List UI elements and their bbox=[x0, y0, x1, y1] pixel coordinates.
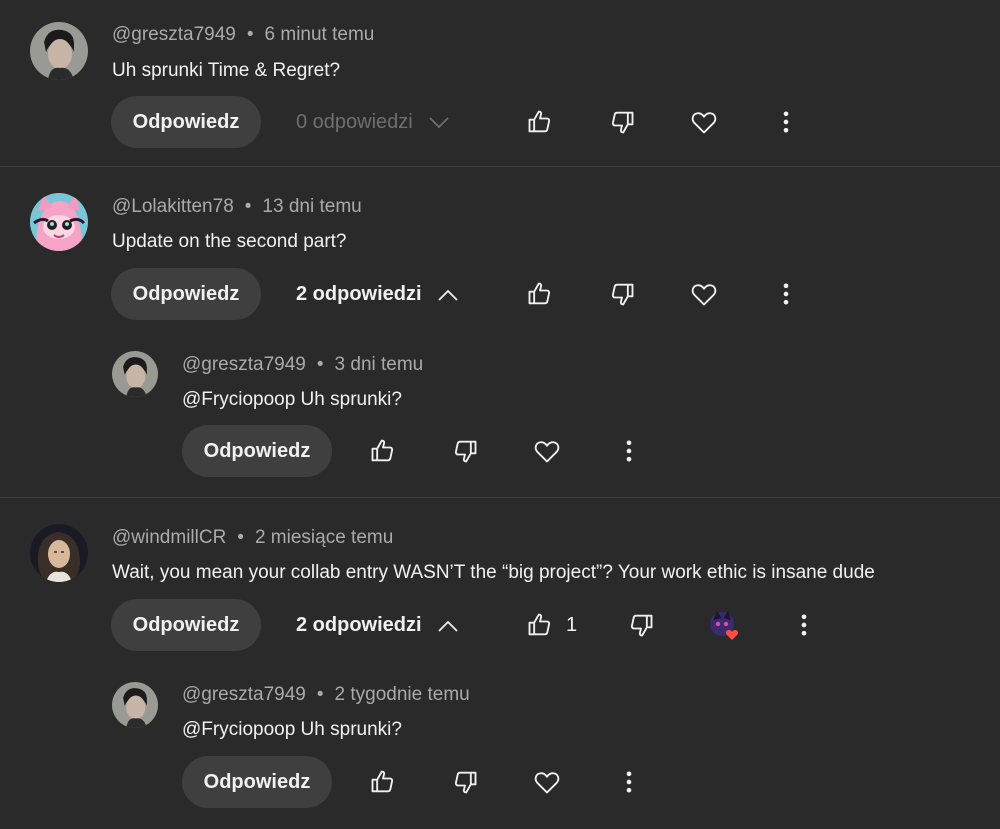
comment-meta: @windmillCR • 2 miesiące temu bbox=[112, 527, 393, 549]
separator-dot: • bbox=[237, 527, 244, 548]
heart-icon[interactable] bbox=[533, 437, 561, 465]
dislike-icon[interactable] bbox=[627, 611, 655, 639]
separator-dot: • bbox=[316, 354, 324, 375]
timestamp[interactable]: 3 dni temu bbox=[335, 354, 424, 375]
reply-text: @Fryciopoop Uh sprunki? bbox=[182, 389, 402, 410]
comment-text: Update on the second part? bbox=[112, 231, 347, 252]
like-icon[interactable] bbox=[526, 280, 554, 308]
heart-icon[interactable] bbox=[690, 108, 718, 136]
comment-thread: @Lolakitten78 • 13 dni temu Update on the … bbox=[0, 167, 1000, 497]
replies-toggle[interactable]: 0 odpowiedzi bbox=[296, 111, 449, 134]
reply-button[interactable]: Odpowiedz bbox=[182, 756, 332, 808]
avatar[interactable] bbox=[30, 524, 88, 582]
reply-meta: @greszta7949 • 2 tygodnie temu bbox=[182, 684, 470, 706]
separator-dot: • bbox=[246, 24, 254, 45]
separator-dot: • bbox=[316, 684, 324, 705]
comment-meta: @greszta7949 • 6 minut temu bbox=[112, 24, 374, 46]
chevron-up-icon bbox=[437, 620, 458, 632]
like-icon[interactable] bbox=[526, 611, 554, 639]
avatar[interactable] bbox=[112, 682, 158, 728]
separator-dot: • bbox=[244, 196, 252, 217]
more-vert-icon[interactable] bbox=[615, 437, 643, 465]
creator-heart-icon[interactable] bbox=[708, 610, 744, 646]
comment-meta: @Lolakitten78 • 13 dni temu bbox=[112, 196, 362, 218]
comment-thread: @greszta7949 • 6 minut temu Uh sprunki Tim… bbox=[0, 0, 1000, 166]
replies-count: 2 odpowiedzi bbox=[296, 283, 422, 305]
timestamp[interactable]: 2 miesiące temu bbox=[255, 527, 393, 548]
replies-toggle[interactable]: 2 odpowiedzi bbox=[296, 283, 458, 306]
chevron-up-icon bbox=[437, 289, 458, 301]
like-icon[interactable] bbox=[369, 768, 397, 796]
replies-count: 2 odpowiedzi bbox=[296, 614, 422, 636]
avatar[interactable] bbox=[30, 22, 88, 80]
reply-button[interactable]: Odpowiedz bbox=[111, 599, 261, 651]
replies-count: 0 odpowiedzi bbox=[296, 111, 413, 133]
like-icon[interactable] bbox=[369, 437, 397, 465]
dislike-icon[interactable] bbox=[608, 108, 636, 136]
dislike-icon[interactable] bbox=[608, 280, 636, 308]
replies-toggle[interactable]: 2 odpowiedzi bbox=[296, 614, 458, 637]
username-link[interactable]: @Lolakitten78 bbox=[112, 196, 234, 217]
dislike-icon[interactable] bbox=[451, 768, 479, 796]
timestamp[interactable]: 6 minut temu bbox=[265, 24, 375, 45]
avatar[interactable] bbox=[112, 351, 158, 397]
timestamp[interactable]: 2 tygodnie temu bbox=[335, 684, 470, 705]
comment-text: Wait, you mean your collab entry WASN’T … bbox=[112, 562, 875, 583]
reply-meta: @greszta7949 • 3 dni temu bbox=[182, 354, 423, 376]
reply-text: @Fryciopoop Uh sprunki? bbox=[182, 719, 402, 740]
more-vert-icon[interactable] bbox=[772, 108, 800, 136]
username-link[interactable]: @greszta7949 bbox=[182, 354, 306, 375]
avatar[interactable] bbox=[30, 193, 88, 251]
heart-icon[interactable] bbox=[690, 280, 718, 308]
like-icon[interactable] bbox=[526, 108, 554, 136]
dislike-icon[interactable] bbox=[451, 437, 479, 465]
comment-text: Uh sprunki Time & Regret? bbox=[112, 60, 341, 81]
heart-icon[interactable] bbox=[533, 768, 561, 796]
more-vert-icon[interactable] bbox=[790, 611, 818, 639]
reply-button[interactable]: Odpowiedz bbox=[182, 425, 332, 477]
reply-button[interactable]: Odpowiedz bbox=[111, 96, 261, 148]
like-count: 1 bbox=[566, 614, 578, 636]
reply-button[interactable]: Odpowiedz bbox=[111, 268, 261, 320]
username-link[interactable]: @greszta7949 bbox=[182, 684, 306, 705]
more-vert-icon[interactable] bbox=[615, 768, 643, 796]
username-link[interactable]: @windmillCR bbox=[112, 527, 226, 548]
more-vert-icon[interactable] bbox=[772, 280, 800, 308]
username-link[interactable]: @greszta7949 bbox=[112, 24, 236, 45]
comment-thread: @windmillCR • 2 miesiące temu Wait, you me… bbox=[0, 498, 1000, 829]
timestamp[interactable]: 13 dni temu bbox=[262, 196, 361, 217]
chevron-down-icon bbox=[429, 116, 449, 128]
